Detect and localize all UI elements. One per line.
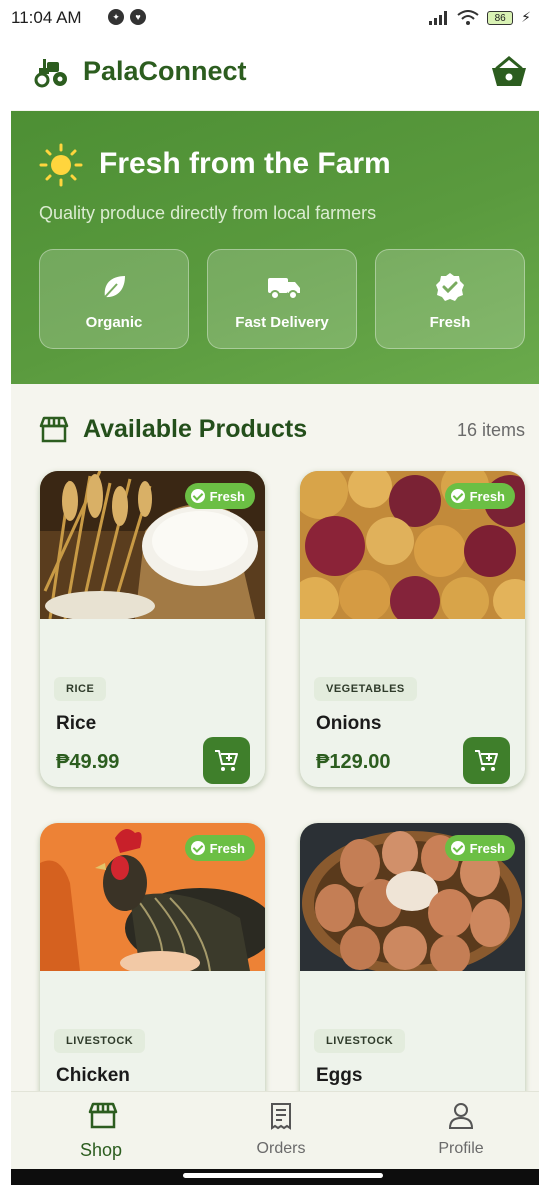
fresh-badge: Fresh: [184, 835, 255, 861]
app-bar: PalaConnect: [11, 38, 539, 110]
category-tag: VEGETABLES: [314, 677, 417, 701]
wifi-icon: [457, 9, 479, 25]
nav-orders[interactable]: Orders: [193, 1092, 369, 1170]
add-to-cart-button[interactable]: [203, 737, 250, 784]
product-price: ₱129.00: [316, 751, 391, 773]
app-title: PalaConnect: [83, 56, 247, 86]
charging-icon: ⚡: [521, 9, 531, 25]
add-cart-icon: [475, 750, 498, 771]
status-time: 11:04 AM: [11, 8, 82, 27]
hero-subtitle: Quality produce directly from local farm…: [39, 203, 377, 223]
app-screen: 11:04 AM ✦ ♥ 86 ⚡ PalaConnect Fresh from…: [11, 0, 539, 1185]
storefront-icon: [88, 1102, 118, 1129]
items-count: 16 items: [456, 420, 525, 440]
product-name: Eggs: [316, 1065, 363, 1086]
fresh-badge: Fresh: [444, 483, 515, 509]
notification-icons: ✦ ♥: [108, 9, 146, 25]
hero-banner: Fresh from the Farm Quality produce dire…: [11, 111, 539, 384]
status-bar: 11:04 AM ✦ ♥ 86 ⚡: [11, 0, 539, 38]
nav-label: Shop: [79, 1140, 123, 1160]
feature-organic: Organic: [39, 249, 189, 349]
feature-label: Organic: [85, 314, 143, 331]
section-title: Available Products: [83, 415, 308, 443]
basket-icon[interactable]: [489, 52, 529, 92]
feature-label: Fresh: [429, 314, 471, 331]
truck-icon: [268, 278, 300, 300]
badge-label: Fresh: [209, 840, 245, 856]
product-card-onions[interactable]: Fresh VEGETABLES Onions ₱129.00: [300, 471, 525, 787]
category-tag: LIVESTOCK: [314, 1029, 406, 1053]
sun-icon: [39, 143, 83, 187]
product-name: Chicken: [56, 1065, 130, 1086]
battery-icon: 86: [487, 10, 514, 25]
product-card-rice[interactable]: Fresh RICE Rice ₱49.99: [40, 471, 265, 787]
product-name: Rice: [56, 713, 97, 734]
badge-label: Fresh: [209, 488, 245, 504]
product-price: ₱49.99: [56, 751, 120, 773]
person-icon: [448, 1103, 474, 1129]
check-icon: [190, 489, 205, 503]
feature-fast-delivery: Fast Delivery: [207, 249, 357, 349]
hero-title: Fresh from the Farm: [99, 147, 391, 180]
add-cart-icon: [215, 750, 238, 771]
nav-label: Orders: [256, 1140, 306, 1157]
check-icon: [190, 841, 205, 855]
nav-profile[interactable]: Profile: [373, 1092, 539, 1170]
system-icons: 86 ⚡: [429, 9, 531, 26]
bottom-navigation: Shop Orders Profile: [11, 1091, 539, 1170]
fresh-badge: Fresh: [184, 483, 255, 509]
lazada-icon: ♥: [130, 9, 146, 25]
storefront-icon: [39, 416, 69, 443]
messenger-icon: ✦: [108, 9, 124, 25]
feature-fresh: Fresh: [375, 249, 525, 349]
category-tag: LIVESTOCK: [54, 1029, 146, 1053]
leaf-icon: [104, 276, 125, 298]
gesture-bar: [11, 1169, 539, 1185]
nav-label: Profile: [438, 1140, 484, 1157]
badge-label: Fresh: [469, 488, 505, 504]
verified-badge-icon: [436, 273, 464, 301]
tractor-icon: [34, 59, 67, 88]
signal-icon: [429, 10, 448, 25]
home-indicator[interactable]: [183, 1173, 383, 1178]
check-icon: [450, 841, 465, 855]
product-name: Onions: [316, 713, 382, 734]
feature-label: Fast Delivery: [235, 314, 329, 331]
nav-shop[interactable]: Shop: [13, 1092, 189, 1170]
badge-label: Fresh: [469, 840, 505, 856]
fresh-badge: Fresh: [444, 835, 515, 861]
receipt-icon: [271, 1103, 291, 1130]
add-to-cart-button[interactable]: [463, 737, 510, 784]
products-section-header: Available Products 16 items: [11, 384, 539, 464]
category-tag: RICE: [54, 677, 107, 701]
check-icon: [450, 489, 465, 503]
